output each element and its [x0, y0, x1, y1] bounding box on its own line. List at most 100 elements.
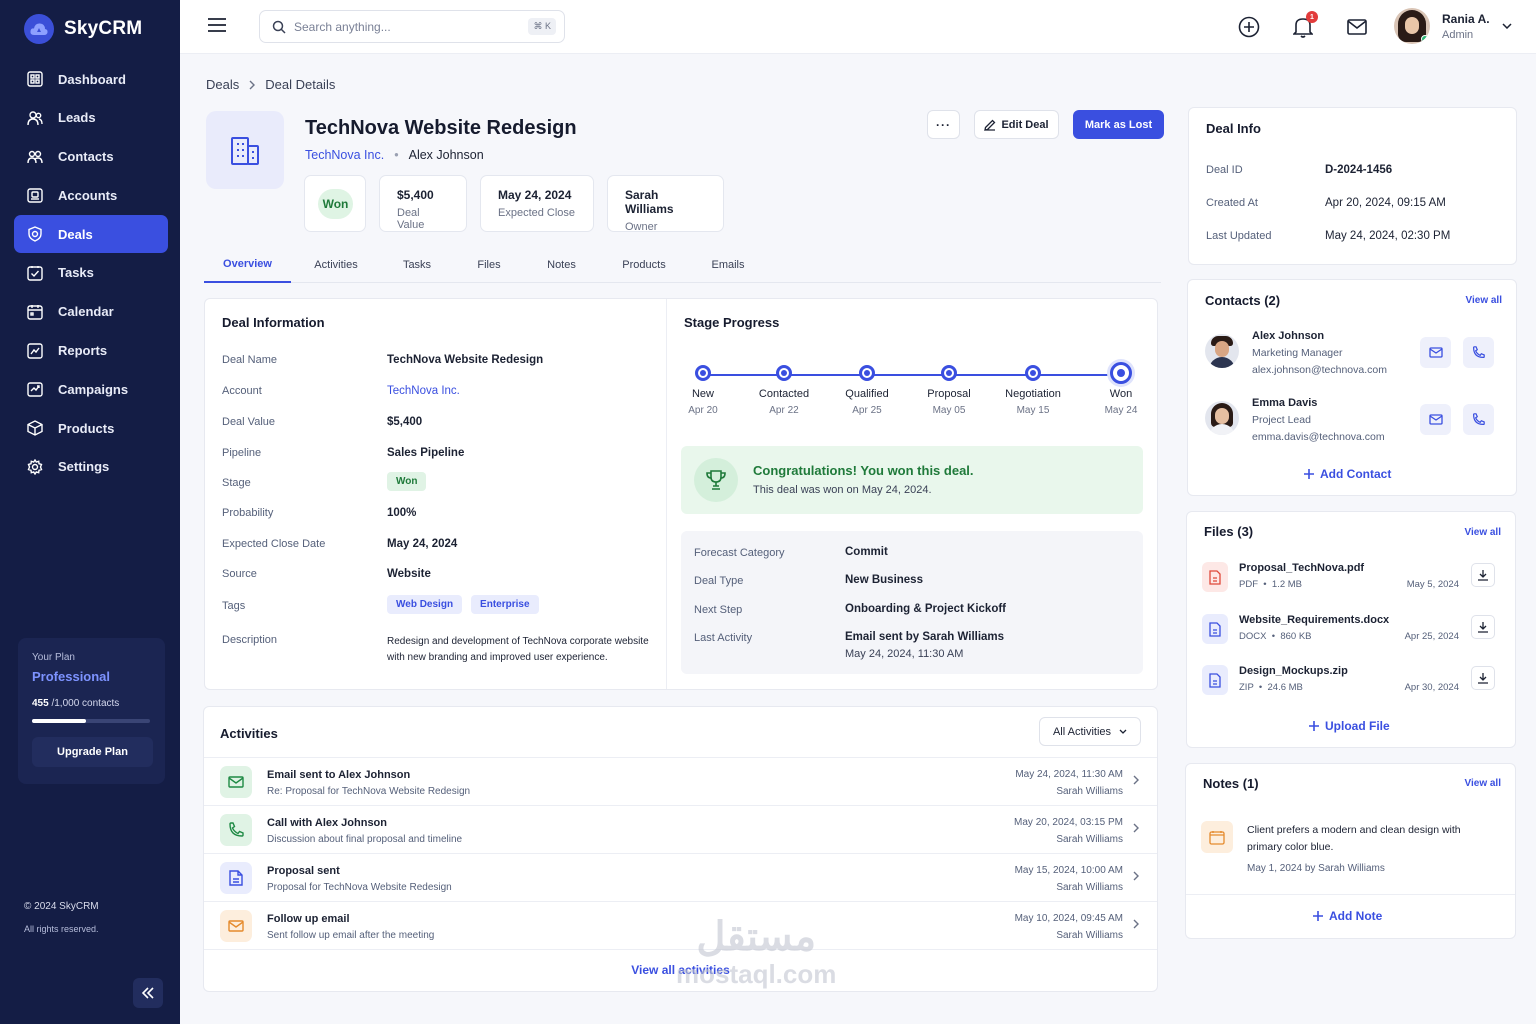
info-value: 100%: [387, 507, 417, 519]
plan-usage: 455 /1,000 contacts: [32, 698, 151, 709]
deal-info-title: Deal Info: [1206, 121, 1261, 136]
activity-user: Sarah Williams: [1056, 882, 1123, 893]
sidebar: SkyCRM Dashboard Leads Contacts Accounts…: [0, 0, 180, 1024]
dashboard-icon: [26, 70, 44, 88]
tab-emails[interactable]: Emails: [698, 246, 758, 283]
sidebar-item-accounts[interactable]: Accounts: [14, 176, 168, 214]
forecast-value: New Business: [845, 574, 923, 586]
activity-row[interactable]: Follow up email Sent follow up email aft…: [204, 901, 1157, 949]
add-contact-button[interactable]: Add Contact: [1304, 467, 1391, 481]
breadcrumb: Deals Deal Details: [206, 77, 335, 92]
sidebar-item-tasks[interactable]: Tasks: [14, 254, 168, 292]
call-contact-button[interactable]: [1463, 404, 1494, 435]
deal-title: TechNova Website Redesign: [305, 117, 577, 139]
file-name[interactable]: Proposal_TechNova.pdf: [1239, 562, 1364, 574]
activity-title: Email sent to Alex Johnson: [267, 769, 411, 781]
sidebar-item-reports[interactable]: Reports: [14, 332, 168, 370]
file-name[interactable]: Design_Mockups.zip: [1239, 665, 1348, 677]
tag-chip[interactable]: Web Design: [387, 595, 463, 614]
double-chevron-left-icon: [141, 987, 154, 999]
upload-file-button[interactable]: Upload File: [1309, 719, 1390, 733]
activity-user: Sarah Williams: [1056, 834, 1123, 845]
view-all-activities-link[interactable]: View all activities: [204, 963, 1157, 977]
files-view-all-link[interactable]: View all: [1464, 527, 1501, 538]
sidebar-item-products[interactable]: Products: [14, 409, 168, 447]
email-contact-button[interactable]: [1420, 404, 1451, 435]
collapse-sidebar-button[interactable]: [133, 978, 163, 1008]
account-link[interactable]: TechNova Inc.: [387, 385, 460, 397]
sidebar-item-calendar[interactable]: Calendar: [14, 293, 168, 331]
search-input[interactable]: [294, 19, 514, 34]
description-text: Redesign and development of TechNova cor…: [387, 636, 649, 663]
calendar-icon: [26, 303, 44, 321]
sidebar-item-contacts[interactable]: Contacts: [14, 138, 168, 176]
contacts-card: Contacts (2) View all Alex Johnson Marke…: [1187, 279, 1517, 496]
copyright-text: © 2024 SkyCRM: [24, 901, 99, 912]
search-bar[interactable]: ⌘ K: [259, 10, 565, 43]
call-contact-button[interactable]: [1463, 337, 1494, 368]
deal-account-link[interactable]: TechNova Inc.: [305, 148, 384, 162]
activity-row[interactable]: Call with Alex Johnson Discussion about …: [204, 805, 1157, 853]
sidebar-item-label: Deals: [58, 226, 93, 242]
kpi-value: Sarah Williams: [625, 188, 674, 216]
file-name[interactable]: Website_Requirements.docx: [1239, 614, 1389, 626]
tab-notes[interactable]: Notes: [532, 246, 591, 283]
contacts-view-all-link[interactable]: View all: [1465, 295, 1502, 306]
add-note-button[interactable]: Add Note: [1313, 909, 1382, 923]
activity-row[interactable]: Email sent to Alex Johnson Re: Proposal …: [204, 757, 1157, 805]
created-at: Apr 20, 2024, 09:15 AM: [1325, 197, 1446, 209]
download-file-button[interactable]: [1471, 666, 1495, 690]
plan-name: Professional: [32, 669, 111, 684]
deal-contact: Alex Johnson: [408, 148, 484, 162]
info-value: May 24, 2024: [387, 538, 458, 550]
activities-filter-select[interactable]: All Activities: [1039, 717, 1141, 746]
accounts-icon: [26, 186, 44, 204]
file-meta: PDF • 1.2 MB: [1239, 579, 1302, 590]
envelope-icon: [220, 910, 252, 942]
stage-name: Contacted: [758, 388, 810, 400]
chevron-right-icon: [249, 80, 256, 89]
activity-row[interactable]: Proposal sent Proposal for TechNova Webs…: [204, 853, 1157, 901]
mark-as-lost-button[interactable]: Mark as Lost: [1073, 110, 1164, 139]
contact-name[interactable]: Emma Davis: [1252, 397, 1317, 409]
app-logo[interactable]: SkyCRM: [24, 14, 142, 44]
tab-products[interactable]: Products: [608, 246, 680, 283]
last-updated: May 24, 2024, 02:30 PM: [1325, 230, 1451, 242]
notes-view-all-link[interactable]: View all: [1464, 778, 1501, 789]
app-name: SkyCRM: [64, 18, 143, 39]
menu-toggle-button[interactable]: [208, 18, 226, 32]
tab-tasks[interactable]: Tasks: [387, 246, 447, 283]
stage-negotiation: Negotiation May 15: [998, 365, 1068, 416]
user-menu[interactable]: Rania A. Admin: [1394, 8, 1512, 44]
tab-files[interactable]: Files: [463, 246, 515, 283]
edit-deal-button[interactable]: Edit Deal: [974, 110, 1059, 139]
plus-icon: [1309, 721, 1319, 731]
download-file-button[interactable]: [1471, 615, 1495, 639]
upgrade-plan-button[interactable]: Upgrade Plan: [32, 737, 153, 767]
stage-progress-title: Stage Progress: [684, 315, 780, 330]
messages-button[interactable]: [1345, 15, 1369, 39]
info-label: Account: [222, 385, 262, 397]
sidebar-item-leads[interactable]: Leads: [14, 99, 168, 137]
sidebar-item-settings[interactable]: Settings: [14, 448, 168, 486]
stage-date: Apr 22: [769, 405, 799, 416]
sidebar-item-label: Tasks: [58, 265, 94, 281]
sidebar-item-dashboard[interactable]: Dashboard: [14, 60, 168, 98]
plus-icon: [1304, 469, 1314, 479]
tag-chip[interactable]: Enterprise: [471, 595, 539, 614]
more-actions-button[interactable]: ···: [927, 110, 960, 139]
kpi-value: $5,400: [397, 188, 434, 202]
tab-overview[interactable]: Overview: [204, 246, 291, 283]
sidebar-item-deals[interactable]: Deals: [14, 215, 168, 254]
breadcrumb-deals-link[interactable]: Deals: [206, 77, 239, 92]
deal-info-label: Last Updated: [1206, 230, 1272, 242]
info-label: Probability: [222, 507, 274, 519]
topbar: ⌘ K 1 Rania A. Admin: [180, 0, 1536, 54]
notifications-button[interactable]: 1: [1291, 11, 1318, 39]
download-file-button[interactable]: [1471, 563, 1495, 587]
add-button[interactable]: [1237, 15, 1261, 39]
email-contact-button[interactable]: [1420, 337, 1451, 368]
tab-activities[interactable]: Activities: [301, 246, 371, 283]
sidebar-item-campaigns[interactable]: Campaigns: [14, 370, 168, 408]
contact-name[interactable]: Alex Johnson: [1252, 330, 1324, 342]
